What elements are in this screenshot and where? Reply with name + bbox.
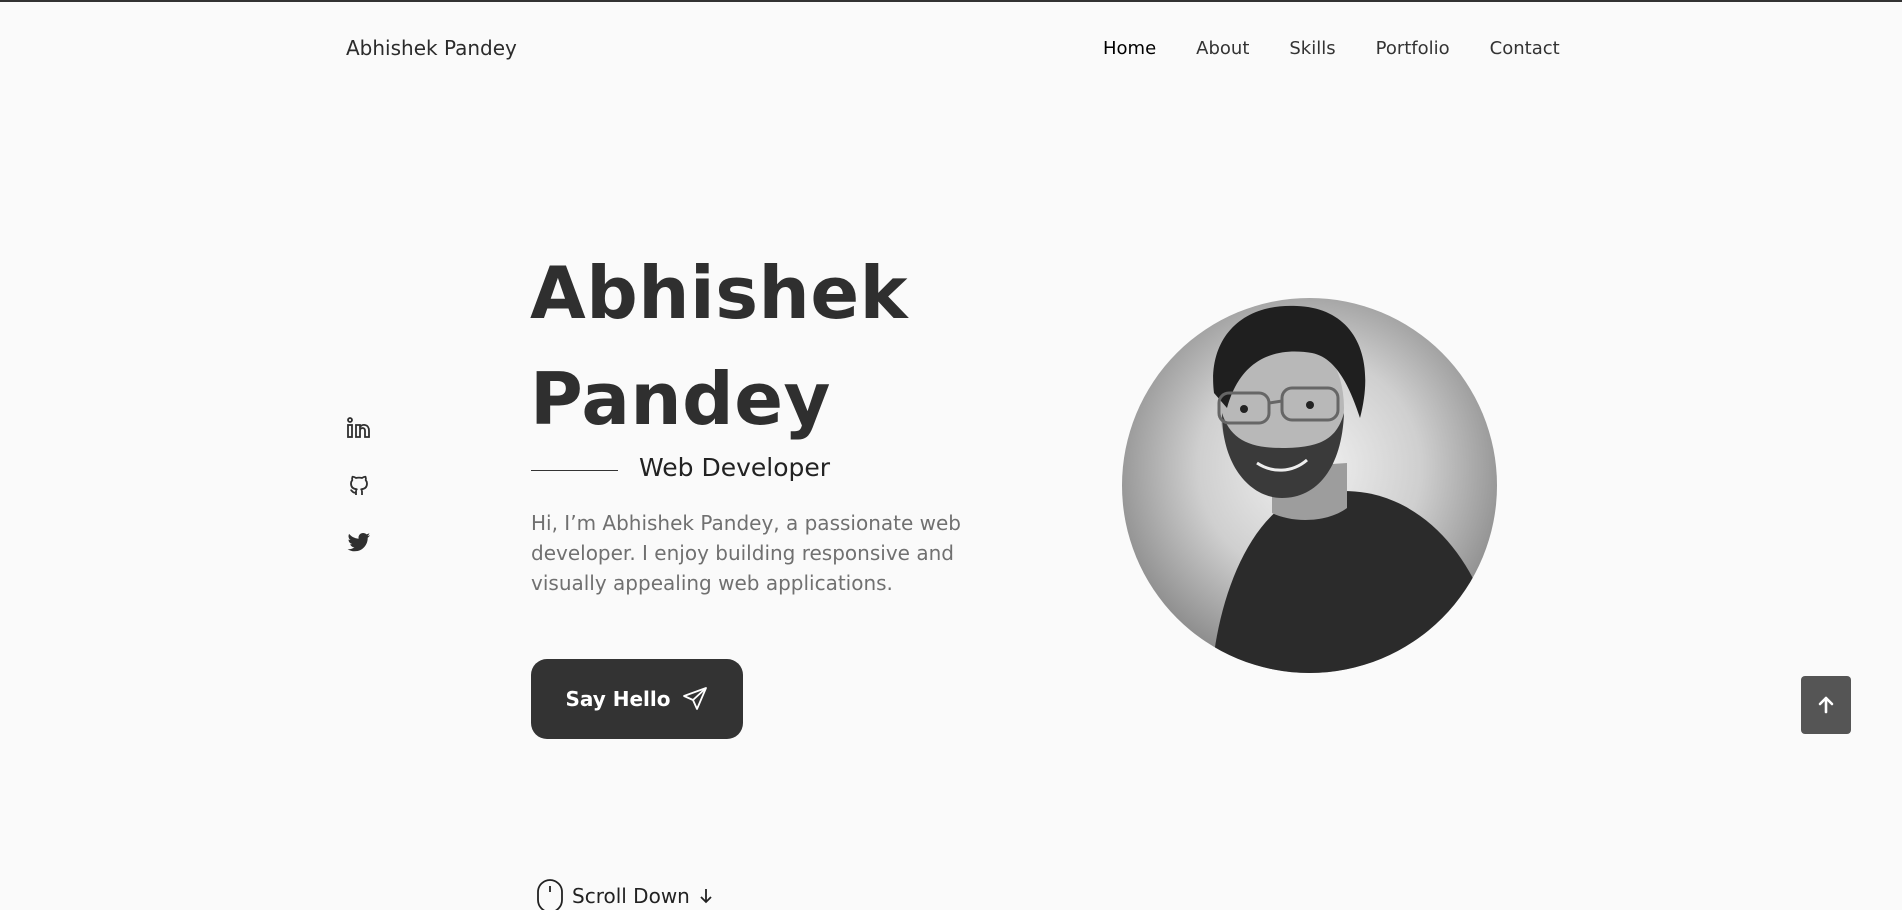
profile-photo	[1122, 298, 1497, 673]
hero-name: Abhishek Pandey	[530, 240, 908, 452]
social-links	[346, 415, 372, 586]
hero-description: Hi, I’m Abhishek Pandey, a passionate we…	[531, 511, 961, 595]
mouse-icon	[537, 879, 563, 910]
nav-home[interactable]: Home	[1103, 38, 1156, 59]
nav-about[interactable]: About	[1196, 38, 1249, 59]
nav-portfolio[interactable]: Portfolio	[1376, 38, 1450, 59]
say-hello-label: Say Hello	[565, 687, 671, 711]
scroll-down-label: Scroll Down	[572, 884, 690, 908]
scroll-down-link[interactable]: Scroll Down	[536, 878, 714, 910]
github-icon[interactable]	[346, 472, 372, 498]
logo[interactable]: Abhishek Pandey	[346, 36, 517, 60]
send-icon	[682, 687, 707, 710]
arrow-up-icon	[1818, 696, 1834, 714]
main-nav: Home About Skills Portfolio Contact	[1103, 38, 1600, 59]
hero-name-line2: Pandey	[530, 357, 831, 441]
hero-subtitle: Web Developer	[639, 453, 831, 482]
hero-name-line1: Abhishek	[530, 251, 909, 335]
scroll-to-top-button[interactable]	[1801, 676, 1851, 734]
say-hello-button[interactable]: Say Hello	[531, 659, 743, 739]
site-header: Abhishek Pandey Home About Skills Portfo…	[0, 2, 1902, 94]
nav-contact[interactable]: Contact	[1490, 38, 1560, 59]
twitter-icon[interactable]	[346, 529, 372, 555]
nav-skills[interactable]: Skills	[1289, 38, 1335, 59]
arrow-down-icon	[700, 889, 712, 904]
subtitle-divider	[531, 470, 618, 471]
linkedin-icon[interactable]	[346, 415, 372, 441]
